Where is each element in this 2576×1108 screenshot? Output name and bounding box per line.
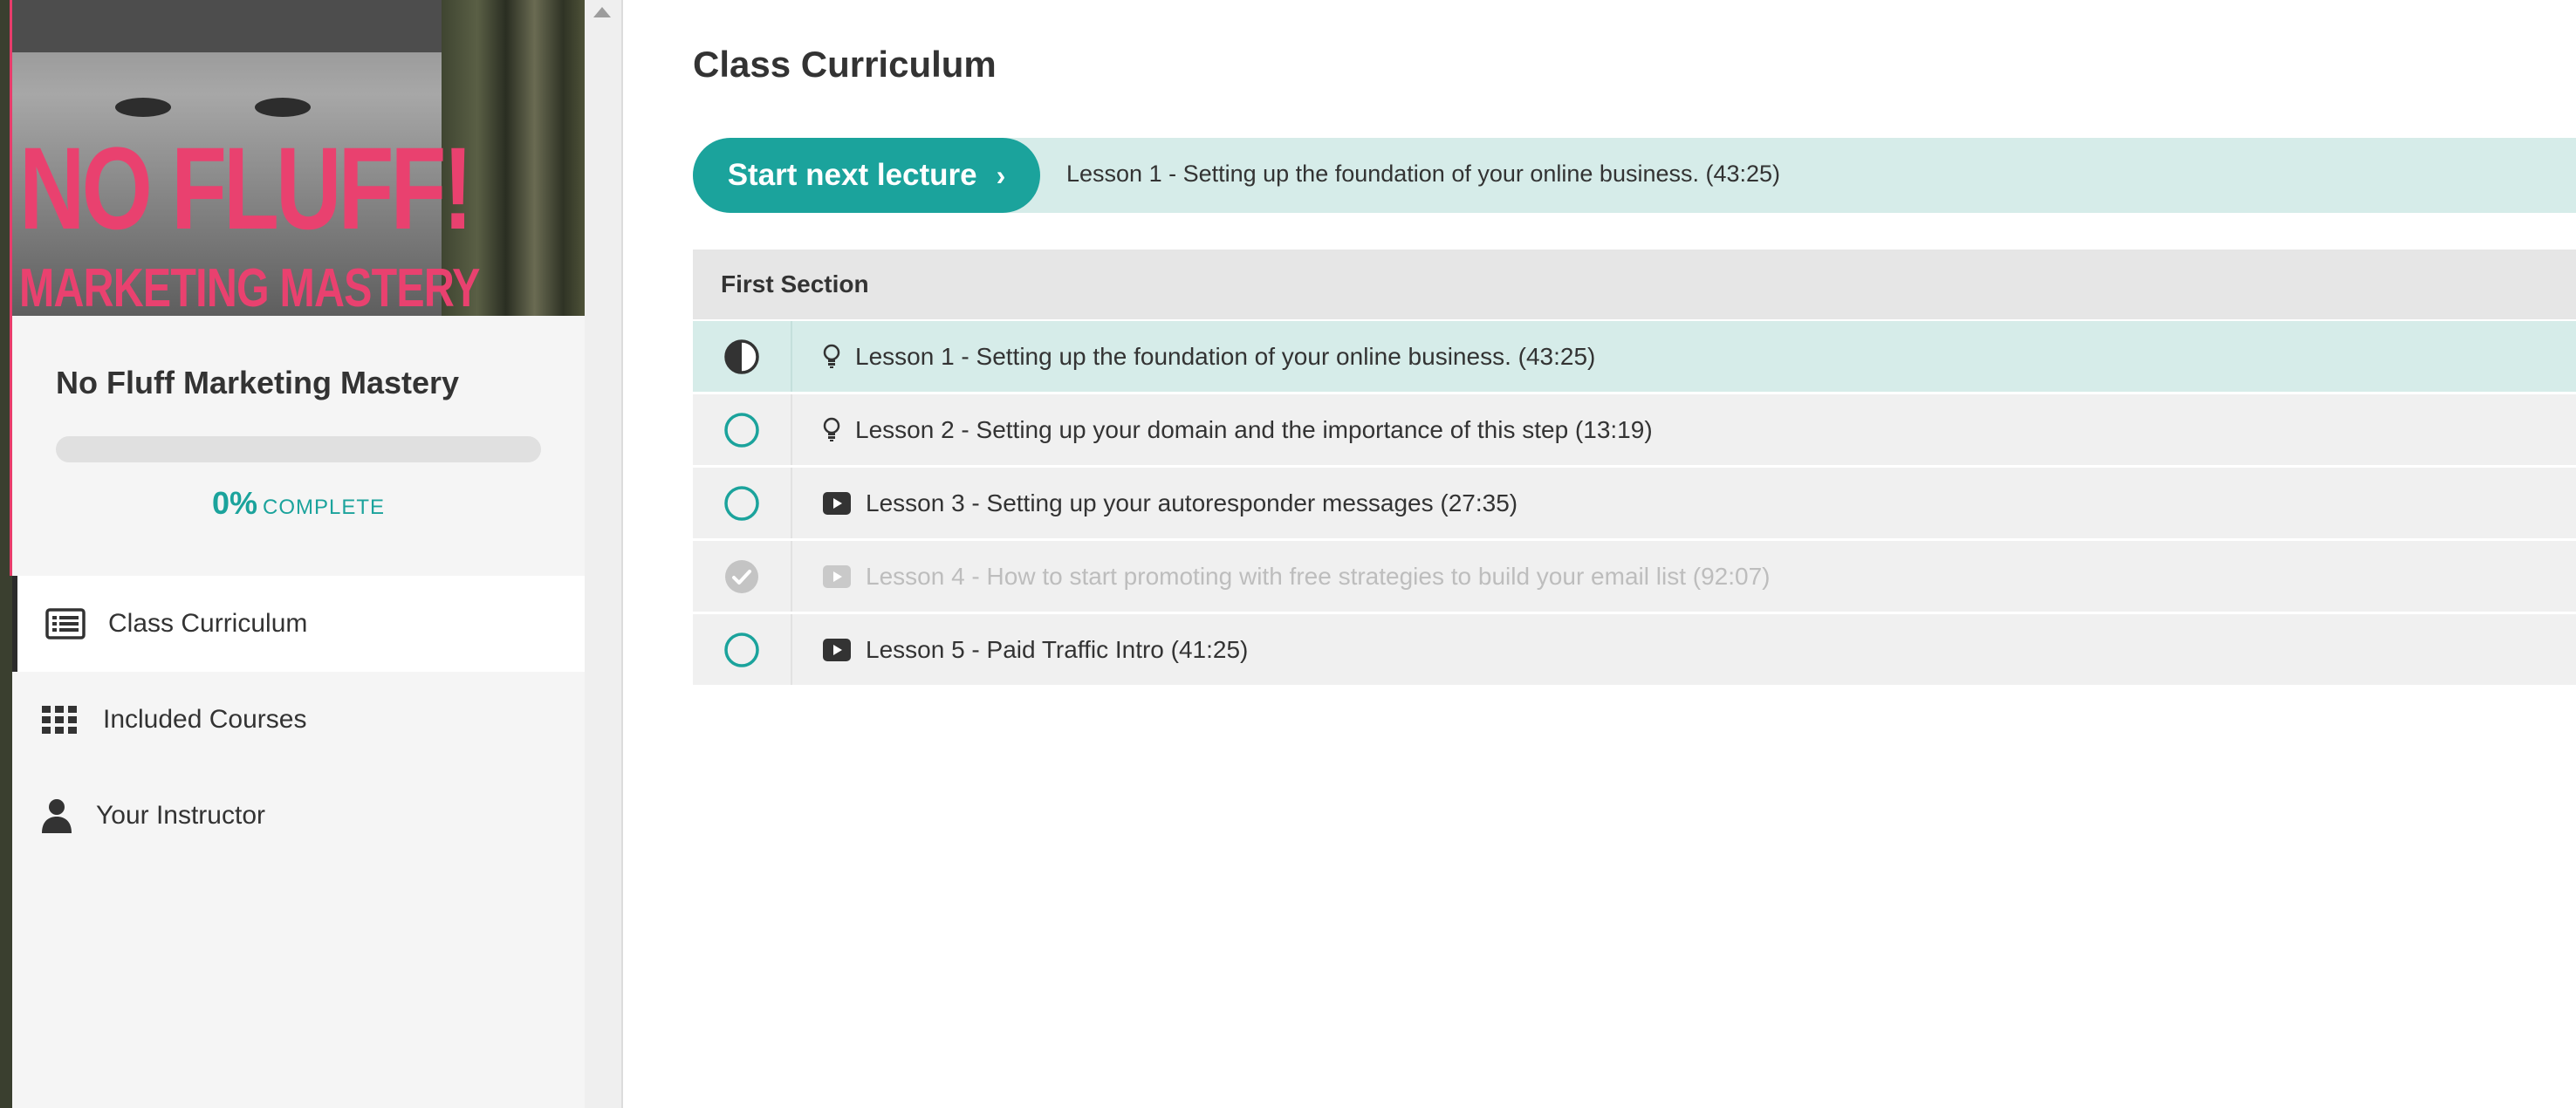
video-icon bbox=[822, 564, 852, 589]
lesson-row[interactable]: Lesson 1 - Setting up the foundation of … bbox=[693, 321, 2576, 394]
lesson-status bbox=[693, 614, 792, 685]
lesson-status bbox=[693, 468, 792, 538]
lesson-title: Lesson 4 - How to start promoting with f… bbox=[866, 562, 1771, 590]
course-title: No Fluff Marketing Mastery bbox=[56, 365, 460, 400]
lesson-status bbox=[693, 321, 792, 392]
progress-bar bbox=[56, 436, 541, 462]
check-circle-icon bbox=[725, 559, 758, 593]
lesson-row[interactable]: Lesson 2 - Setting up your domain and th… bbox=[693, 394, 2576, 468]
lesson-title: Lesson 2 - Setting up your domain and th… bbox=[855, 415, 1653, 443]
window-left-edge bbox=[0, 0, 12, 1108]
lesson-row[interactable]: Lesson 3 - Setting up your autoresponder… bbox=[693, 468, 2576, 541]
cover-title-line2: MARKETING MASTERY bbox=[19, 258, 480, 316]
nav-class-curriculum[interactable]: Class Curriculum bbox=[12, 576, 585, 672]
section-header: First Section bbox=[693, 250, 2576, 319]
chevron-right-icon: › bbox=[996, 159, 1006, 191]
empty-circle-icon bbox=[724, 485, 759, 521]
lesson-title: Lesson 5 - Paid Traffic Intro (41:25) bbox=[866, 635, 1249, 663]
next-lecture-title[interactable]: Lesson 1 - Setting up the foundation of … bbox=[1066, 161, 1780, 188]
nav-label: Included Courses bbox=[103, 705, 307, 734]
empty-circle-icon bbox=[724, 632, 759, 667]
nav-label: Class Curriculum bbox=[108, 609, 308, 638]
nav-included-courses[interactable]: Included Courses bbox=[12, 672, 585, 768]
lesson-title: Lesson 1 - Setting up the foundation of … bbox=[855, 342, 1596, 370]
lightbulb-icon bbox=[822, 344, 841, 370]
empty-circle-icon bbox=[724, 412, 759, 448]
instructor-eye bbox=[115, 98, 171, 117]
start-next-lecture-button[interactable]: Start next lecture › bbox=[693, 138, 1040, 213]
half-circle-icon bbox=[724, 339, 759, 374]
lightbulb-icon bbox=[822, 417, 841, 443]
instructor-eye bbox=[255, 98, 311, 117]
curriculum-list-icon bbox=[45, 608, 86, 639]
nav-your-instructor[interactable]: Your Instructor bbox=[12, 768, 585, 864]
sidebar-scrollbar[interactable] bbox=[585, 0, 623, 1108]
lesson-row[interactable]: Lesson 5 - Paid Traffic Intro (41:25) bbox=[693, 614, 2576, 687]
video-icon bbox=[822, 491, 852, 516]
lesson-title: Lesson 3 - Setting up your autoresponder… bbox=[866, 489, 1518, 516]
user-icon bbox=[40, 798, 73, 833]
grid-icon bbox=[40, 704, 80, 735]
course-cover-image: NO FLUFF! MARKETING MASTERY bbox=[12, 0, 585, 316]
lesson-row[interactable]: Lesson 4 - How to start promoting with f… bbox=[693, 541, 2576, 614]
progress-percent: 0% bbox=[211, 485, 257, 521]
nav-label: Your Instructor bbox=[96, 801, 265, 830]
progress-complete-label: COMPLETE bbox=[263, 496, 386, 519]
scroll-up-arrow-icon[interactable] bbox=[593, 7, 611, 17]
course-sidebar: NO FLUFF! MARKETING MASTERY No Fluff Mar… bbox=[12, 0, 585, 1108]
lesson-status bbox=[693, 541, 792, 612]
page-title: Class Curriculum bbox=[693, 44, 997, 85]
progress-summary: 0% COMPLETE bbox=[12, 485, 585, 522]
section-title: First Section bbox=[721, 270, 869, 298]
button-label: Start next lecture bbox=[727, 158, 977, 192]
lesson-status bbox=[693, 394, 792, 465]
video-icon bbox=[822, 638, 852, 662]
instructor-hat bbox=[12, 0, 442, 52]
cover-title-line1: NO FLUFF! bbox=[19, 124, 473, 254]
